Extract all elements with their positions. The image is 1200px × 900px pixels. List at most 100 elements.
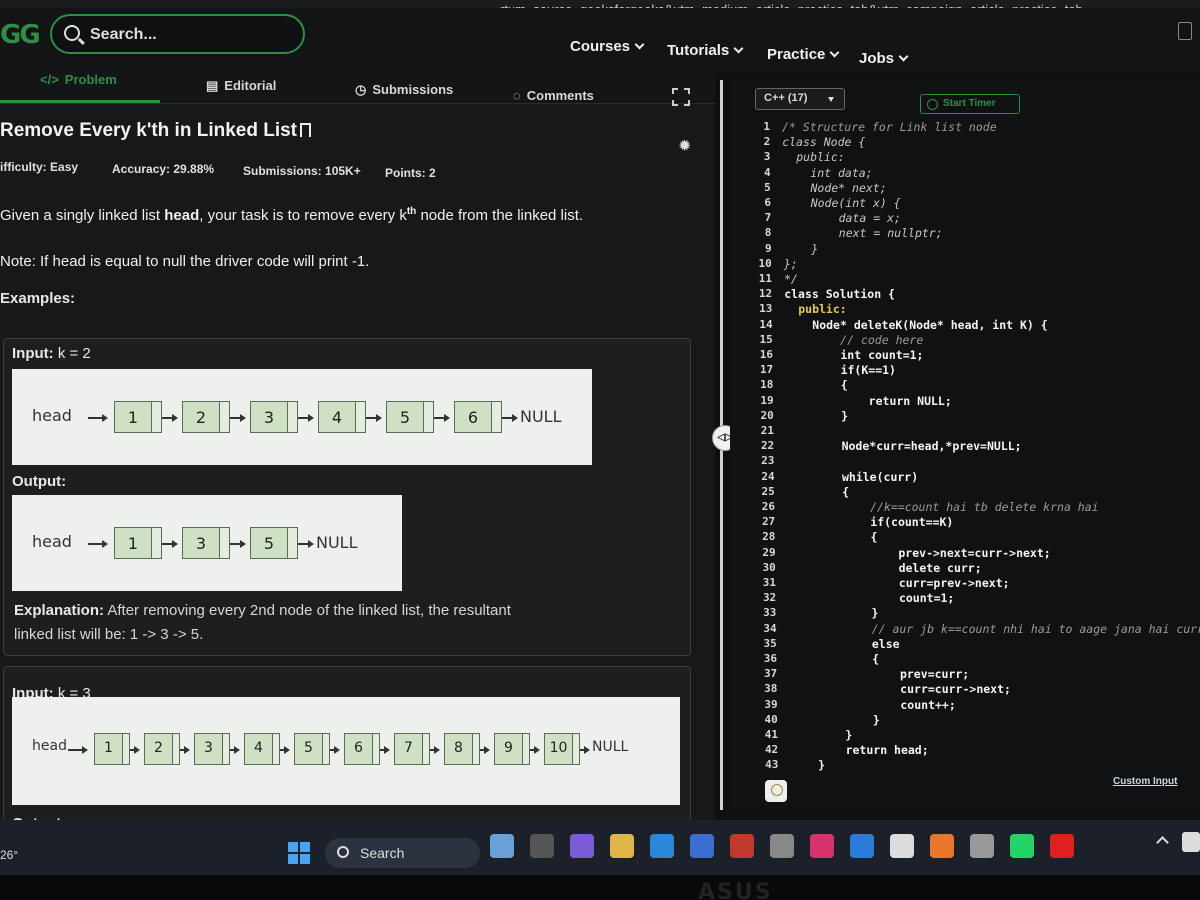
node-pointer <box>472 734 479 764</box>
comment-icon: ◌ <box>513 88 521 103</box>
node-value: 6 <box>354 740 363 756</box>
instagram-icon[interactable] <box>810 834 834 858</box>
line-number: 8 <box>764 226 772 240</box>
node-value: 2 <box>195 408 207 427</box>
custom-input-link[interactable]: Custom Input <box>1113 776 1177 787</box>
line-number: 4 <box>763 165 771 179</box>
firefox-icon[interactable] <box>930 834 954 858</box>
tab-problem[interactable]: </> Problem <box>40 72 117 87</box>
tray-app-icon[interactable] <box>1182 832 1200 852</box>
code-text: class Solution { <box>784 287 895 302</box>
pointer-arrow <box>330 746 340 754</box>
null-label: NULL <box>520 407 562 426</box>
line-number: 12 <box>758 287 773 301</box>
nav-courses[interactable]: Courses <box>570 38 645 55</box>
line-number: 22 <box>760 439 775 453</box>
hint-bulb-icon[interactable] <box>765 780 787 802</box>
node-pointer <box>572 734 579 764</box>
tab-editorial[interactable]: ▤ Editorial <box>206 78 276 94</box>
start-timer-button[interactable]: Start Timer <box>920 94 1020 114</box>
line-number: 14 <box>759 317 773 331</box>
code-text: // aur jb k==count nhi hai to aage jana … <box>788 621 1200 636</box>
code-text: { <box>786 484 850 499</box>
nav-tutorials[interactable]: Tutorials <box>667 42 744 59</box>
list-node: 9 <box>494 733 530 765</box>
tray-expand-icon[interactable] <box>1156 836 1169 849</box>
reader-mode-icon[interactable] <box>1178 22 1192 40</box>
input-linked-list-figure: head 1 2 3 4 5 6 7 8 9 10 NULL <box>12 697 680 805</box>
list-node: 3 <box>182 527 230 559</box>
code-text: data = x; <box>783 211 901 226</box>
code-text: Node*curr=head,*prev=NULL; <box>786 439 1022 454</box>
code-editor[interactable]: C++ (17) Start Timer 1 /* Structure for L… <box>730 80 1200 810</box>
code-text: else <box>788 636 900 651</box>
line-number: 36 <box>763 652 777 665</box>
difficulty: ifficulty: Easy <box>0 160 79 174</box>
calendar-icon[interactable] <box>770 834 794 858</box>
code-text: delete curr; <box>787 560 982 575</box>
search-icon <box>337 846 349 858</box>
list-node: 2 <box>144 733 180 765</box>
store-icon[interactable] <box>690 834 714 858</box>
whatsapp-icon[interactable] <box>1010 834 1034 858</box>
chatgpt-icon[interactable] <box>890 834 914 858</box>
widgets-icon[interactable] <box>490 834 514 858</box>
nav-jobs[interactable]: Jobs <box>859 50 909 67</box>
head-label: head <box>32 406 72 425</box>
gfg-logo[interactable]: GG <box>0 20 41 50</box>
camera-icon[interactable] <box>970 834 994 858</box>
pointer-arrow <box>580 746 590 754</box>
pointer-arrow <box>230 746 240 754</box>
line-number: 9 <box>764 241 772 255</box>
node-pointer <box>172 734 179 764</box>
tab-submissions[interactable]: ◷ Submissions <box>355 82 453 98</box>
mcafee-icon[interactable] <box>730 834 754 858</box>
language-select[interactable]: C++ (17) <box>755 88 845 110</box>
search-icon <box>64 25 80 41</box>
youtube-icon[interactable] <box>1050 834 1074 858</box>
line-number: 30 <box>762 560 776 574</box>
tab-comments[interactable]: ◌ Comments <box>513 88 594 103</box>
windows-start-icon[interactable] <box>288 842 310 864</box>
pointer-arrow <box>430 746 440 754</box>
taskbar-search[interactable]: Search <box>325 838 480 868</box>
file-explorer-icon[interactable] <box>610 834 634 858</box>
code-text: }; <box>783 256 798 271</box>
line-number: 3 <box>763 150 771 164</box>
node-value: 5 <box>304 740 313 756</box>
code-text: } <box>790 758 826 773</box>
vscode-icon[interactable] <box>850 834 874 858</box>
line-number: 21 <box>760 424 774 437</box>
fullscreen-icon[interactable] <box>672 88 690 106</box>
node-pointer <box>322 734 329 764</box>
list-node: 3 <box>194 733 230 765</box>
line-number: 19 <box>760 393 774 407</box>
list-node: 7 <box>394 733 430 765</box>
copilot-icon[interactable] <box>570 834 594 858</box>
node-value: 7 <box>404 740 413 756</box>
node-pointer <box>423 402 433 432</box>
code-text: Node* next; <box>782 180 887 195</box>
weather-temperature[interactable]: 26° <box>0 848 18 862</box>
problem-title: Remove Every k'th in Linked List <box>0 120 311 142</box>
report-bug-icon[interactable]: ✹ <box>678 136 691 156</box>
list-node: 5 <box>294 733 330 765</box>
nav-practice[interactable]: Practice <box>767 46 840 63</box>
edge-icon[interactable] <box>650 834 674 858</box>
node-pointer <box>122 734 129 764</box>
pointer-arrow <box>230 414 246 422</box>
pointer-arrow <box>180 746 190 754</box>
line-number: 17 <box>759 363 774 377</box>
pointer-arrow <box>434 414 450 422</box>
task-view-icon[interactable] <box>530 834 554 858</box>
search-input[interactable]: Search... <box>50 14 305 54</box>
pointer-arrow <box>88 540 108 548</box>
node-value: 6 <box>467 408 479 427</box>
examples-heading: Examples: <box>0 290 76 307</box>
code-text: } <box>783 241 819 256</box>
line-number: 23 <box>761 454 775 468</box>
head-label: head <box>32 738 67 754</box>
bookmark-icon[interactable] <box>300 123 311 137</box>
node-pointer <box>222 734 229 764</box>
node-value: 5 <box>263 534 275 553</box>
